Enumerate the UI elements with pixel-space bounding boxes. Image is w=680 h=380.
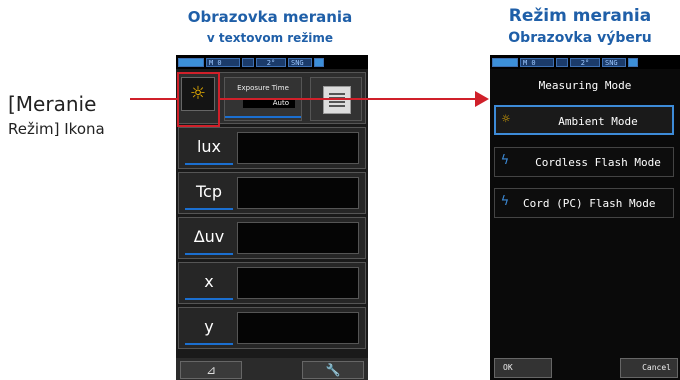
mode-icon-label-line1: [Meranie [8,92,97,116]
ambient-mode-item[interactable]: ☼ Ambient Mode [494,105,674,135]
mode-icon-highlight [177,72,220,127]
right-caption-title: Režim merania [508,6,652,26]
pointer-line-left [130,98,178,100]
flash-cord-icon: ϟ [501,194,509,209]
wrench-button[interactable]: 🔧 [302,361,364,379]
left-caption-title: Obrazovka merania [187,8,353,26]
angle-indicator: 2° [256,57,286,67]
left-caption-subtitle: v textovom režime [206,31,334,45]
item-label: Cordless Flash Mode [535,156,661,169]
row-value [237,267,359,299]
row-underline [185,253,233,255]
sun-icon: ☼ [502,112,510,127]
row-label: Δuv [193,227,225,246]
exposure-time-title: Exposure Time [237,84,289,92]
delta-button[interactable]: ⊿ [180,361,242,379]
row-label: y [204,317,214,336]
right-caption-subtitle: Obrazovka výberu [508,30,652,46]
row-lux[interactable]: lux [178,127,366,169]
memory-indicator: M 0 [206,57,240,67]
row-value [237,312,359,344]
status-bar: M 0 2° SNG [176,55,368,69]
exposure-underline [225,116,301,118]
row-underline [185,163,233,165]
cordless-flash-mode-item[interactable]: ϟ Cordless Flash Mode [494,147,674,177]
row-value [237,132,359,164]
single-mode-indicator: SNG [288,57,312,67]
row-underline [185,208,233,210]
row-label: Tcp [195,182,222,201]
memory-indicator: M 0 [520,57,554,67]
row-label: x [204,272,214,291]
status-blank [242,57,254,67]
status-bar: M 0 2° SNG [490,55,680,69]
battery-icon [178,57,204,67]
bottom-bar: ⊿ 🔧 [176,358,368,380]
arrow-head [475,91,489,107]
row-duv[interactable]: Δuv [178,217,366,259]
status-blank [556,57,568,67]
row-underline [185,343,233,345]
cord-flash-mode-item[interactable]: ϟ Cord (PC) Flash Mode [494,188,674,218]
row-x[interactable]: x [178,262,366,304]
screen-title: Measuring Mode [538,79,632,92]
item-label: Ambient Mode [558,115,638,128]
item-label: Cord (PC) Flash Mode [523,197,656,210]
row-value [237,177,359,209]
measuring-mode-screen: M 0 2° SNG Measuring Mode ☼ Ambient Mode… [490,55,680,380]
arrow-line [219,98,476,100]
cancel-button[interactable]: Cancel [620,358,678,378]
lock-icon [314,57,324,67]
row-y[interactable]: y [178,307,366,349]
flash-icon: ϟ [501,153,509,168]
row-underline [185,298,233,300]
row-label: lux [196,137,222,156]
battery-icon [492,57,518,67]
row-value [237,222,359,254]
ok-button[interactable]: OK [494,358,552,378]
angle-indicator: 2° [570,57,600,67]
single-mode-indicator: SNG [602,57,626,67]
mode-icon-label-line2: Režim] Ikona [8,120,105,138]
calculator-icon [323,86,351,114]
lock-icon [628,57,638,67]
row-tcp[interactable]: Tcp [178,172,366,214]
